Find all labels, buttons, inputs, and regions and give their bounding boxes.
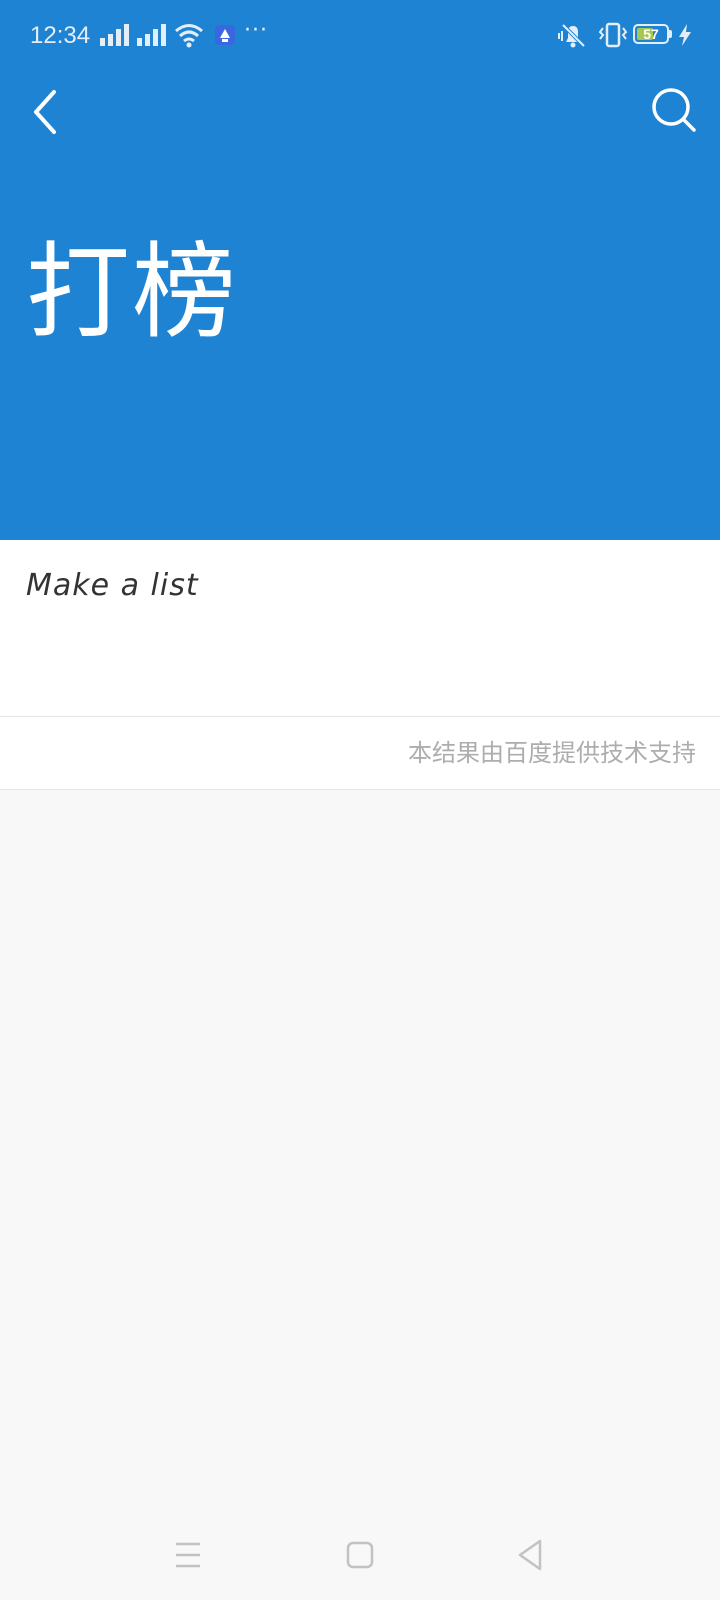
result-text: Make a list (26, 568, 199, 603)
attribution-row: 本结果由百度提供技术支持 (0, 717, 720, 790)
back-triangle-icon (518, 1539, 542, 1571)
result-card[interactable]: Make a list (0, 540, 720, 717)
search-icon (652, 88, 696, 132)
status-time: 12:34 (30, 22, 91, 49)
wifi-icon (175, 24, 203, 48)
battery-icon: 57 (633, 24, 669, 44)
vibrate-icon (598, 22, 628, 48)
nav-home-button[interactable] (338, 1536, 382, 1576)
chevron-left-icon (34, 90, 56, 134)
battery-level: 57 (643, 26, 659, 42)
header-banner: 12:34 ··· 57 打榜 (0, 0, 720, 540)
search-button[interactable] (650, 86, 700, 136)
charging-icon (679, 24, 691, 46)
menu-icon (176, 1542, 200, 1568)
nav-menu-button[interactable] (166, 1536, 210, 1576)
system-nav-bar (0, 1516, 720, 1600)
home-icon (346, 1541, 374, 1569)
nav-back-button[interactable] (508, 1536, 552, 1576)
more-dots-icon: ··· (244, 18, 268, 43)
attribution-note: 本结果由百度提供技术支持 (408, 739, 696, 767)
page-title: 打榜 (26, 231, 239, 353)
status-bar: 12:34 ··· 57 (0, 0, 720, 72)
app-notification-icon (215, 25, 235, 45)
back-button[interactable] (26, 84, 70, 140)
mute-icon (558, 23, 586, 48)
battery-tip (669, 30, 672, 38)
signal-icon (137, 24, 166, 46)
signal-icon (100, 24, 129, 46)
